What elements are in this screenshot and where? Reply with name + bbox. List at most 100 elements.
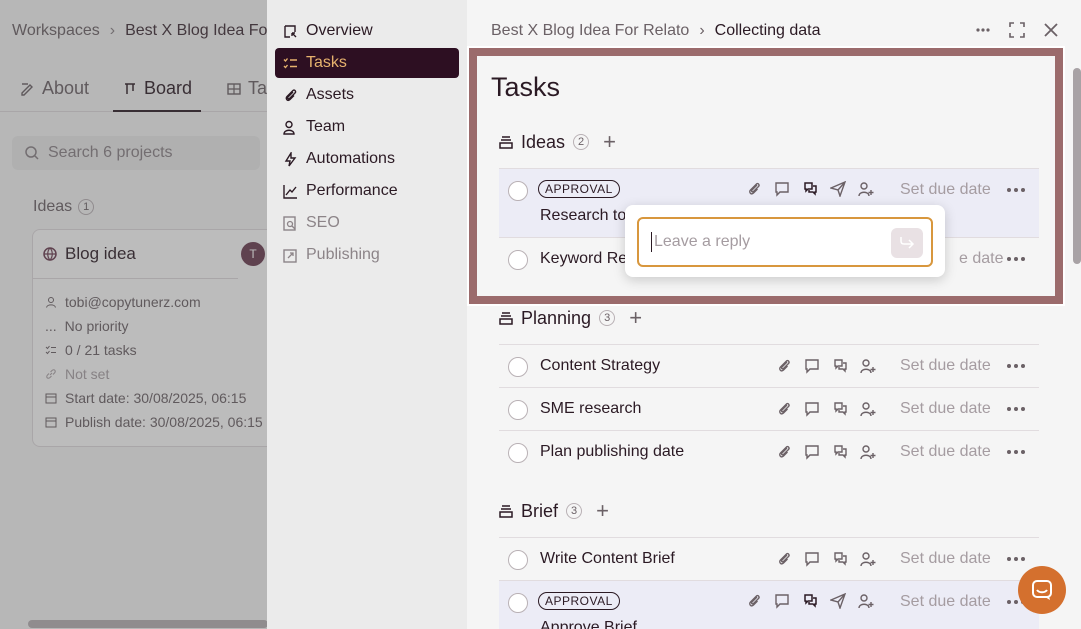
- checklist-icon: [283, 57, 297, 69]
- project-side-nav: Overview Tasks Assets Team Automations P…: [267, 0, 467, 629]
- paperclip-icon[interactable]: [746, 181, 762, 197]
- task-checkbox[interactable]: [508, 250, 528, 270]
- assign-user-icon[interactable]: [858, 181, 874, 197]
- send-icon[interactable]: [830, 593, 846, 609]
- chart-line-icon: [283, 184, 297, 199]
- comment-icon[interactable]: [774, 181, 790, 197]
- paperclip-icon[interactable]: [746, 593, 762, 609]
- paperclip-icon: [285, 88, 297, 101]
- assign-user-icon[interactable]: [860, 444, 876, 460]
- paperclip-icon[interactable]: [776, 358, 792, 374]
- add-task-icon[interactable]: +: [596, 500, 609, 522]
- nav-item-tasks[interactable]: Tasks: [275, 48, 459, 78]
- add-task-icon[interactable]: +: [603, 131, 616, 153]
- more-horizontal-icon[interactable]: [1007, 188, 1025, 192]
- assign-user-icon[interactable]: [860, 401, 876, 417]
- reply-popover: Leave a reply: [625, 205, 945, 277]
- approval-badge: APPROVAL: [538, 180, 620, 198]
- nav-item-label: Team: [306, 118, 346, 135]
- team-icon: [283, 120, 295, 135]
- task-title[interactable]: Keyword Re: [540, 250, 627, 268]
- more-horizontal-icon[interactable]: [1007, 407, 1025, 411]
- nav-item-team[interactable]: Team: [275, 112, 459, 142]
- section-brief: Brief 3 +: [499, 500, 609, 522]
- more-horizontal-icon[interactable]: [1007, 557, 1025, 561]
- reply-comments-icon[interactable]: [832, 551, 848, 567]
- task-title[interactable]: Approve Brief: [540, 619, 637, 629]
- breadcrumb-chevron-icon: ›: [699, 22, 705, 39]
- task-actions: [776, 551, 876, 567]
- nav-item-seo[interactable]: SEO: [275, 208, 459, 238]
- reply-comments-icon[interactable]: [832, 444, 848, 460]
- paperclip-icon[interactable]: [776, 401, 792, 417]
- assign-user-icon[interactable]: [858, 593, 874, 609]
- task-row[interactable]: Content Strategy Set due date: [499, 344, 1039, 387]
- reply-placeholder: Leave a reply: [654, 233, 751, 250]
- send-reply-button[interactable]: [891, 228, 923, 258]
- task-checkbox[interactable]: [508, 593, 528, 613]
- set-due-date[interactable]: Set due date: [900, 400, 991, 418]
- nav-item-performance[interactable]: Performance: [275, 176, 459, 206]
- breadcrumb-project[interactable]: Best X Blog Idea For Relato: [491, 22, 689, 39]
- section-count: 2: [573, 134, 590, 150]
- more-horizontal-icon[interactable]: [975, 22, 991, 38]
- nav-item-automations[interactable]: Automations: [275, 144, 459, 174]
- nav-item-label: SEO: [306, 214, 340, 231]
- task-checkbox[interactable]: [508, 443, 528, 463]
- comment-icon[interactable]: [804, 401, 820, 417]
- reply-comments-icon[interactable]: [802, 593, 818, 609]
- chat-launcher-button[interactable]: [1018, 566, 1066, 614]
- assign-user-icon[interactable]: [860, 358, 876, 374]
- comment-icon[interactable]: [804, 551, 820, 567]
- reply-comments-icon[interactable]: [802, 181, 818, 197]
- assign-user-icon[interactable]: [860, 551, 876, 567]
- more-horizontal-icon[interactable]: [1007, 450, 1025, 454]
- task-title[interactable]: Research to: [540, 207, 626, 225]
- task-checkbox[interactable]: [508, 400, 528, 420]
- reply-input[interactable]: Leave a reply: [637, 217, 933, 267]
- task-title[interactable]: SME research: [540, 400, 641, 418]
- task-row[interactable]: APPROVAL Set due date Approve Brief: [499, 580, 1039, 629]
- task-checkbox[interactable]: [508, 181, 528, 201]
- nav-item-label: Automations: [306, 150, 395, 167]
- more-horizontal-icon[interactable]: [1007, 364, 1025, 368]
- breadcrumb-stage: Collecting data: [714, 22, 821, 39]
- task-actions: [746, 181, 874, 197]
- task-row[interactable]: SME research Set due date: [499, 387, 1039, 430]
- reply-comments-icon[interactable]: [832, 401, 848, 417]
- expand-icon[interactable]: [1009, 22, 1025, 38]
- nav-item-assets[interactable]: Assets: [275, 80, 459, 110]
- task-title[interactable]: Write Content Brief: [540, 550, 675, 568]
- close-icon[interactable]: [1043, 22, 1059, 38]
- panel-breadcrumb: Best X Blog Idea For Relato › Collecting d…: [491, 22, 821, 40]
- nav-item-publishing[interactable]: Publishing: [275, 240, 459, 270]
- section-planning: Planning 3 +: [499, 307, 642, 329]
- add-task-icon[interactable]: +: [629, 307, 642, 329]
- paperclip-icon[interactable]: [776, 444, 792, 460]
- set-due-date[interactable]: Set due date: [900, 550, 991, 568]
- more-horizontal-icon[interactable]: [1007, 257, 1025, 261]
- set-due-date[interactable]: Set due date: [900, 357, 991, 375]
- send-icon[interactable]: [830, 181, 846, 197]
- nav-item-label: Assets: [306, 86, 355, 103]
- set-due-date[interactable]: e date: [959, 250, 1003, 268]
- reply-comments-icon[interactable]: [832, 358, 848, 374]
- nav-item-overview[interactable]: Overview: [275, 16, 459, 46]
- task-checkbox[interactable]: [508, 357, 528, 377]
- set-due-date[interactable]: Set due date: [900, 593, 991, 611]
- task-checkbox[interactable]: [508, 550, 528, 570]
- paperclip-icon[interactable]: [776, 551, 792, 567]
- task-title[interactable]: Plan publishing date: [540, 443, 684, 461]
- text-caret: [651, 232, 652, 252]
- vertical-scrollbar[interactable]: [1073, 68, 1081, 264]
- task-row[interactable]: Plan publishing date Set due date: [499, 430, 1039, 473]
- comment-icon[interactable]: [774, 593, 790, 609]
- comment-icon[interactable]: [804, 444, 820, 460]
- task-title[interactable]: Content Strategy: [540, 357, 660, 375]
- set-due-date[interactable]: Set due date: [900, 443, 991, 461]
- section-name: Ideas: [521, 131, 566, 152]
- task-panel: Best X Blog Idea For Relato › Collecting d…: [467, 0, 1081, 629]
- comment-icon[interactable]: [804, 358, 820, 374]
- task-row[interactable]: Write Content Brief Set due date: [499, 537, 1039, 580]
- set-due-date[interactable]: Set due date: [900, 181, 991, 199]
